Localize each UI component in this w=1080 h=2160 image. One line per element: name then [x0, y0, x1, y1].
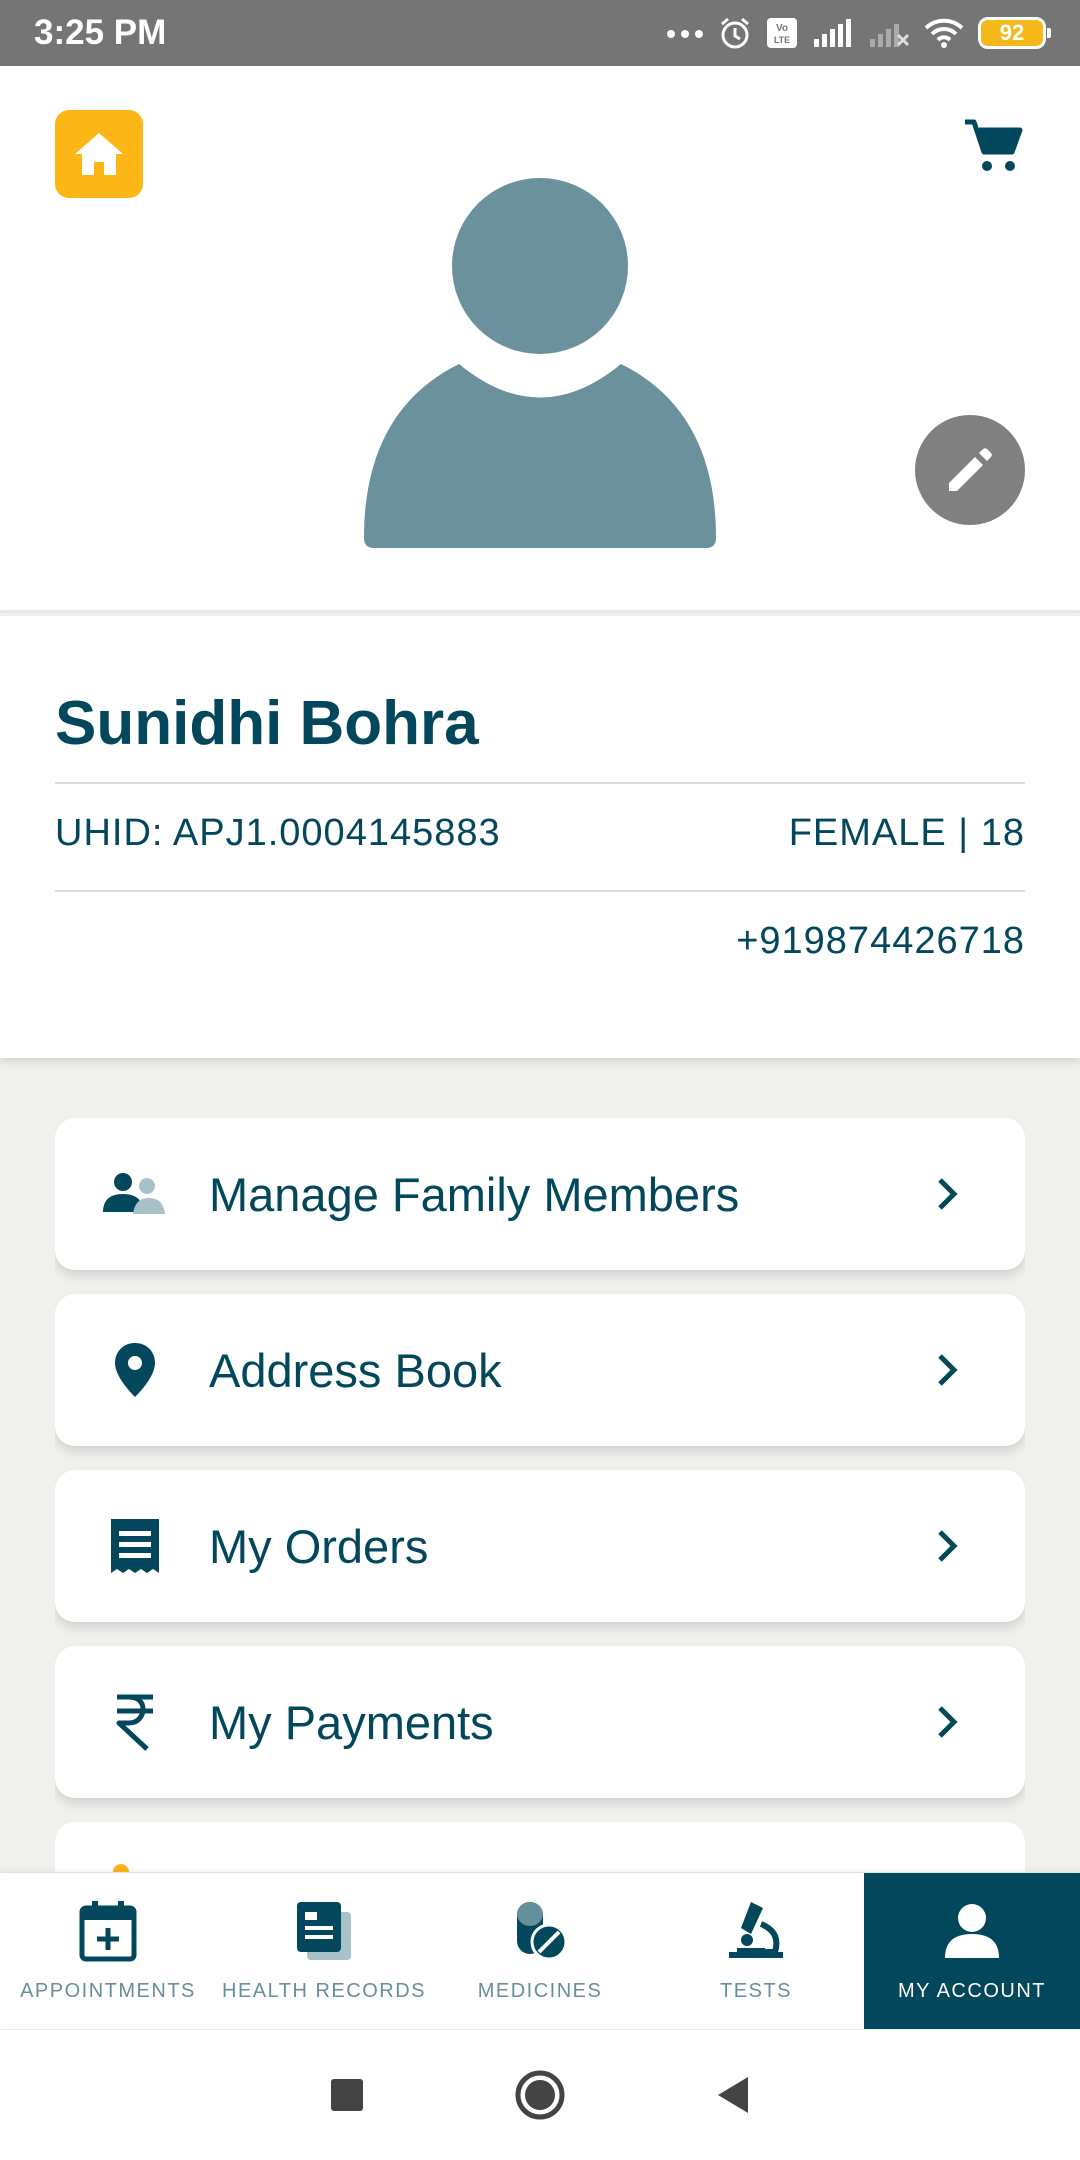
nav-tests[interactable]: TESTS [648, 1873, 864, 2029]
home-circle-icon[interactable] [514, 2069, 566, 2121]
receipt-icon [103, 1514, 167, 1578]
profile-header [0, 66, 1080, 613]
pill-icon [517, 1901, 568, 1960]
status-icons: Vo LTE 92 [666, 16, 1051, 50]
chevron-right-icon [927, 1174, 967, 1214]
uhid-label: UHID: APJ1.0004145883 [55, 812, 501, 854]
nav-label: TESTS [720, 1979, 792, 2002]
chevron-right-icon [927, 1702, 967, 1742]
home-icon [75, 133, 123, 175]
system-nav-bar [0, 2030, 1080, 2160]
family-icon [103, 1162, 167, 1226]
status-bar: 3:25 PM Vo LTE 92 [0, 0, 1080, 66]
partial-icon [113, 1864, 129, 1872]
gender-age-label: FEMALE | 18 [788, 812, 1025, 854]
divider [55, 890, 1025, 892]
nav-label: HEALTH RECORDS [222, 1979, 426, 2002]
alarm-icon [721, 17, 749, 49]
menu-item-address-book[interactable]: Address Book [55, 1294, 1025, 1446]
phone-number: +919874426718 [736, 920, 1025, 962]
volte-icon: VoLTE [767, 18, 797, 48]
records-icon [297, 1901, 351, 1960]
menu-item-label: My Payments [209, 1695, 494, 1749]
nav-label: MY ACCOUNT [898, 1979, 1046, 2002]
profile-info-card: Sunidhi Bohra UHID: APJ1.0004145883 FEMA… [0, 616, 1080, 1058]
profile-name: Sunidhi Bohra [55, 689, 479, 758]
nav-health-records[interactable]: HEALTH RECORDS [216, 1873, 432, 2029]
nav-label: MEDICINES [477, 1979, 603, 2002]
menu-item-label: My Orders [209, 1519, 429, 1573]
account-menu-list: Manage Family Members Address Book My Or… [55, 1118, 1025, 1872]
home-button[interactable] [55, 110, 143, 198]
back-icon[interactable] [716, 2075, 750, 2115]
battery-indicator: 92 [978, 17, 1051, 49]
cart-icon [965, 119, 1023, 171]
nav-appointments[interactable]: APPOINTMENTS [0, 1873, 216, 2029]
pencil-icon [949, 448, 992, 491]
svg-text:Vo: Vo [776, 23, 788, 34]
nav-label: APPOINTMENTS [20, 1979, 196, 2002]
bottom-nav: APPOINTMENTS HEALTH RECORDS MEDICINES TE… [0, 1873, 1080, 2029]
menu-item-partial[interactable] [55, 1822, 1025, 1872]
microscope-icon [729, 1901, 783, 1958]
menu-item-my-payments[interactable]: My Payments [55, 1646, 1025, 1798]
chevron-right-icon [927, 1350, 967, 1390]
edit-profile-button[interactable] [915, 415, 1025, 525]
person-icon [945, 1903, 999, 1958]
location-pin-icon [103, 1338, 167, 1402]
status-time: 3:25 PM [34, 13, 167, 52]
cart-button[interactable] [958, 112, 1028, 182]
menu-item-manage-family-members[interactable]: Manage Family Members [55, 1118, 1025, 1270]
avatar [364, 178, 716, 548]
menu-item-label: Address Book [209, 1343, 502, 1397]
calendar-plus-icon [79, 1900, 137, 1961]
recents-icon[interactable] [330, 2078, 364, 2112]
svg-text:LTE: LTE [774, 35, 790, 45]
rupee-icon [103, 1690, 167, 1754]
menu-item-my-orders[interactable]: My Orders [55, 1470, 1025, 1622]
wifi-icon [924, 18, 964, 48]
signal-weak-icon [870, 24, 910, 47]
signal-icon [814, 19, 851, 47]
menu-item-label: Manage Family Members [209, 1167, 740, 1221]
more-dots-icon [667, 30, 703, 38]
nav-medicines[interactable]: MEDICINES [432, 1873, 648, 2029]
divider [55, 782, 1025, 784]
nav-my-account[interactable]: MY ACCOUNT [864, 1873, 1080, 2029]
chevron-right-icon [927, 1526, 967, 1566]
